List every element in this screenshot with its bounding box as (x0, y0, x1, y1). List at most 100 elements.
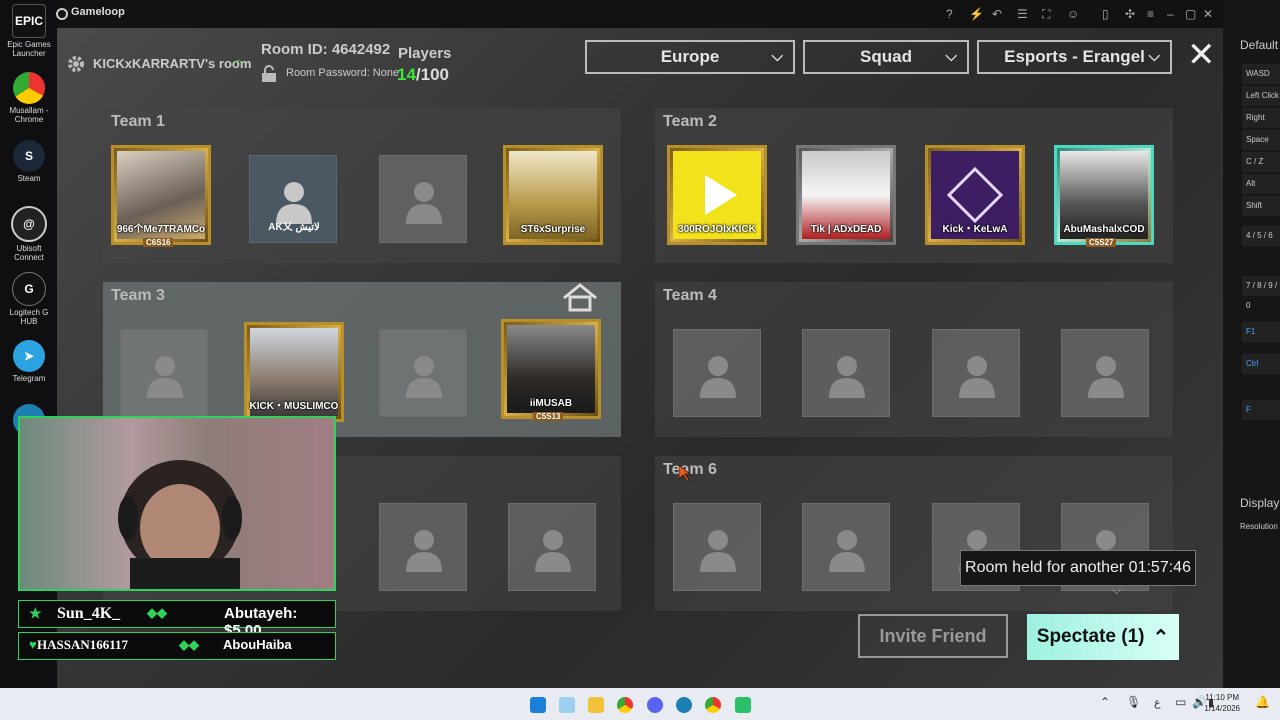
empty-seat-icon (406, 356, 442, 398)
sidebar-toggle-icon[interactable]: ▯ (1102, 7, 1109, 21)
team-3-panel: Team 3 KICK・MUSLIMCO iiMUSAB C5S13 (103, 282, 621, 437)
notification-bell-icon[interactable]: 🔔 (1255, 695, 1270, 709)
key-item[interactable]: WASD (1242, 64, 1280, 84)
desktop-icon-label: Logitech G HUB (9, 308, 49, 326)
player-slot[interactable]: 300ROJOlxKICK (667, 145, 767, 245)
key-item[interactable]: Left Click (1242, 86, 1280, 106)
app-icon[interactable] (735, 697, 751, 713)
desktop-icon-epic[interactable]: EPIC Epic Games Launcher (6, 4, 52, 58)
pin-icon[interactable]: ✣ (1125, 7, 1135, 21)
empty-slot[interactable] (120, 329, 208, 417)
mouse-cursor-icon (678, 464, 691, 486)
empty-slot[interactable] (508, 503, 596, 591)
help-icon[interactable]: ? (946, 7, 953, 21)
key-item[interactable]: Shift (1242, 196, 1280, 216)
alert-username: HASSAN166117 (37, 637, 129, 652)
empty-slot[interactable] (379, 155, 467, 243)
discord-icon[interactable] (647, 697, 663, 713)
chevron-down-icon: ⌵ (1112, 583, 1122, 597)
chevron-up-icon[interactable]: ⌃ (1100, 695, 1110, 709)
chrome-icon[interactable] (617, 697, 633, 713)
desktop-icon-telegram[interactable]: ➤ Telegram (6, 340, 52, 383)
key-item[interactable]: F1 (1242, 322, 1280, 342)
player-name: iiMUSAB (529, 398, 573, 409)
alert-username: Sun_4K_ (57, 605, 121, 622)
players-max: /100 (415, 65, 450, 84)
empty-slot[interactable] (673, 503, 761, 591)
home-icon (561, 282, 599, 317)
player-name: AbuMashalxCOD (1063, 224, 1145, 235)
start-icon[interactable] (530, 697, 546, 713)
player-slot[interactable]: KICK・MUSLIMCO (244, 322, 344, 422)
keymap-icon[interactable]: ☰ (1017, 7, 1028, 21)
chrome-profile-icon[interactable] (705, 697, 721, 713)
player-name: 966个Me7TRAMCo (116, 224, 206, 235)
desktop-icon-steam[interactable]: S Steam (6, 140, 52, 183)
emulator-titlebar: Gameloop ? ⚡ ↶ ☰ ⛶ ☺ ▯ ✣ ≡ – ▢ ✕ (56, 0, 1223, 28)
file-explorer-icon[interactable] (588, 697, 604, 713)
region-dropdown[interactable]: Europe ⌵ (585, 40, 795, 74)
player-name: ST6xSurprise (520, 224, 586, 235)
settings-gear-icon[interactable] (65, 53, 87, 75)
shortcut-icon[interactable]: ⚡ (969, 7, 984, 21)
player-slot[interactable]: 966个Me7TRAMCo C6S16 (111, 145, 211, 247)
key-item[interactable]: 4 / 5 / 6 (1242, 226, 1280, 246)
empty-slot[interactable] (379, 503, 467, 591)
key-item[interactable]: Ctrl (1242, 354, 1280, 374)
gameloop-icon[interactable] (676, 697, 692, 713)
key-item[interactable]: Alt (1242, 174, 1280, 194)
room-password: Room Password: None (286, 67, 400, 79)
menu-icon[interactable]: ≡ (1147, 7, 1154, 21)
fullscreen-icon[interactable]: ⛶ (1042, 7, 1050, 22)
empty-slot[interactable] (802, 503, 890, 591)
steam-icon: S (13, 140, 45, 172)
close-room-icon[interactable]: ✕ (1187, 38, 1216, 72)
microphone-icon[interactable]: 🎙 (1126, 695, 1141, 709)
invite-friend-button[interactable]: Invite Friend (858, 614, 1008, 658)
map-value: Esports - Erangel (1004, 47, 1145, 66)
task-view-icon[interactable] (559, 697, 575, 713)
empty-slot[interactable] (1061, 329, 1149, 417)
map-dropdown[interactable]: Esports - Erangel ⌵ (977, 40, 1172, 74)
desktop-icon-logitech[interactable]: G Logitech G HUB (6, 272, 52, 326)
desktop-icon-label: Ubisoft Connect (14, 244, 44, 262)
empty-slot[interactable] (932, 329, 1020, 417)
resolution-label: Resolution (1240, 522, 1278, 531)
spectate-button[interactable]: Spectate (1) ⌃ (1027, 614, 1179, 660)
epic-games-icon: EPIC (12, 4, 46, 38)
key-item[interactable]: F (1242, 400, 1280, 420)
empty-slot[interactable] (673, 329, 761, 417)
lock-icon (260, 65, 278, 83)
empty-slot[interactable] (802, 329, 890, 417)
language-indicator[interactable]: ع (1154, 696, 1161, 709)
key-item[interactable]: 7 / 8 / 9 / 0 (1242, 276, 1280, 310)
player-slot[interactable]: Tik | ADxDEAD (796, 145, 896, 245)
key-item[interactable]: Space (1242, 130, 1280, 150)
heart-icon: ♥ (29, 637, 37, 652)
player-slot[interactable]: AK乂 لاتيش (249, 155, 337, 243)
mode-dropdown[interactable]: Squad ⌵ (803, 40, 969, 74)
empty-slot[interactable] (379, 329, 467, 417)
empty-seat-icon (700, 530, 736, 572)
player-slot[interactable]: Kick・KeLwA (925, 145, 1025, 245)
player-name: AK乂 لاتيش (268, 222, 320, 233)
desktop-icon-ubisoft[interactable]: @ Ubisoft Connect (6, 206, 52, 262)
minimize-icon[interactable]: – (1167, 7, 1174, 21)
player-slot[interactable]: iiMUSAB C5S13 (501, 319, 601, 421)
key-item[interactable]: C / Z (1242, 152, 1280, 172)
account-icon[interactable]: ☺ (1067, 7, 1079, 21)
key-item[interactable]: Right Click (1242, 108, 1280, 142)
desktop-icon-chrome[interactable]: Musallam - Chrome (6, 72, 52, 124)
season-badge: C6S16 (143, 238, 174, 247)
room-host: KICKxKARRARTV's room (93, 56, 252, 71)
close-window-icon[interactable]: ✕ (1203, 7, 1213, 21)
desktop-icon-label: Epic Games Launcher (7, 40, 51, 58)
player-slot[interactable]: AbuMashalxCOD C5S27 (1054, 145, 1154, 247)
network-icon[interactable]: ▭ (1175, 695, 1186, 709)
players-current: 14 (397, 65, 416, 84)
back-icon[interactable]: ↶ (992, 7, 1002, 21)
player-slot[interactable]: ST6xSurprise (503, 145, 603, 245)
maximize-icon[interactable]: ▢ (1185, 7, 1196, 21)
player-name: Kick・KeLwA (942, 224, 1008, 235)
taskbar-clock[interactable]: 11:10 PM 1/14/2026 (1204, 692, 1240, 714)
